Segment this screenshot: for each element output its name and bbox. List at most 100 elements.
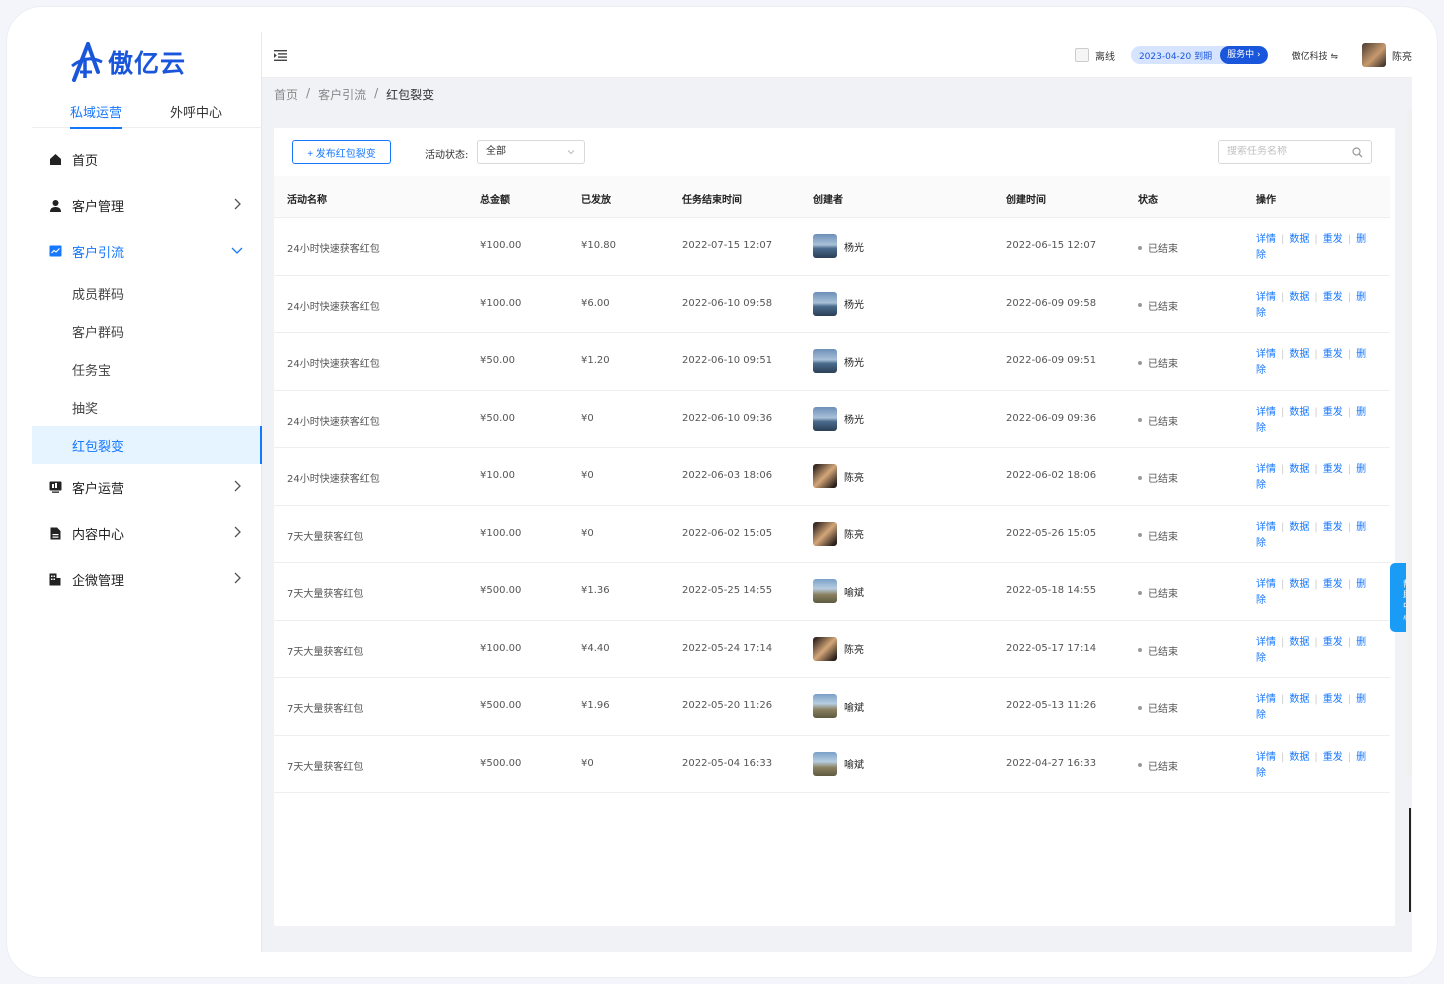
menu-item-customer-ops[interactable]: 客户运营 (32, 464, 262, 510)
status-dot-icon (1138, 418, 1142, 422)
detail-link[interactable]: 详情 (1256, 464, 1276, 475)
resend-link[interactable]: 重发 (1323, 579, 1343, 590)
divider: | (1347, 291, 1352, 303)
end-time: 2022-05-20 11:26 (682, 700, 773, 711)
creator: 喻斌 (813, 751, 864, 776)
delete-link[interactable]: 删 (1356, 292, 1366, 303)
task-search[interactable] (1218, 140, 1372, 164)
data-link[interactable]: 数据 (1289, 694, 1309, 705)
delete-link[interactable]: 删 (1356, 579, 1366, 590)
delete-link[interactable]: 删 (1356, 752, 1366, 763)
sent-amount: ¥6.00 (581, 297, 610, 309)
tab-private-domain[interactable]: 私域运营 (70, 102, 123, 129)
delete-link[interactable]: 删 (1356, 407, 1366, 418)
breadcrumb-separator: / (374, 86, 379, 100)
sidebar-item-member-qrcode[interactable]: 成员群码 (32, 274, 262, 312)
detail-link[interactable]: 详情 (1256, 752, 1276, 763)
detail-link[interactable]: 详情 (1256, 349, 1276, 360)
avatar[interactable] (1362, 43, 1386, 67)
data-link[interactable]: 数据 (1289, 349, 1309, 360)
tab-call-center[interactable]: 外呼中心 (170, 102, 222, 127)
row-actions: 详情 | 数据 | 重发 | 删除 (1256, 232, 1376, 264)
page-scrollbar[interactable] (1406, 110, 1412, 776)
resend-link[interactable]: 重发 (1323, 522, 1343, 533)
sidebar-item-lottery[interactable]: 抽奖 (32, 388, 262, 426)
sidebar-item-group-qrcode[interactable]: 客户群码 (32, 312, 262, 350)
search-icon[interactable] (1352, 147, 1363, 158)
sidebar-item-task-treasure[interactable]: 任务宝 (32, 350, 262, 388)
detail-link[interactable]: 详情 (1256, 579, 1276, 590)
delete-link[interactable]: 删 (1356, 349, 1366, 360)
divider: | (1314, 349, 1318, 360)
company-switcher[interactable]: 傲亿科技 ⇋ (1292, 49, 1338, 62)
delete-link-wrap[interactable]: 除 (1256, 710, 1266, 721)
breadcrumb-home[interactable]: 首页 (274, 86, 298, 103)
sidebar: 傲亿云 私域运营 外呼中心 首页 客户管理 客户引流 成员群码 客户群码 任务宝… (32, 32, 262, 952)
delete-link-wrap[interactable]: 除 (1256, 250, 1266, 261)
creator: 杨光 (813, 234, 864, 258)
status-badge: 已结束 (1138, 413, 1178, 428)
delete-link[interactable]: 删 (1356, 694, 1366, 705)
delete-link-wrap[interactable]: 除 (1256, 365, 1266, 376)
resend-link[interactable]: 重发 (1323, 234, 1343, 245)
delete-link-wrap[interactable]: 除 (1256, 308, 1266, 319)
delete-link[interactable]: 删 (1356, 464, 1366, 475)
brand-logo[interactable]: 傲亿云 (68, 42, 186, 82)
menu-item-customer-management[interactable]: 客户管理 (32, 182, 262, 228)
column-header: 创建时间 (1006, 195, 1046, 206)
resend-link[interactable]: 重发 (1323, 694, 1343, 705)
menu-fold-icon[interactable] (274, 46, 287, 65)
detail-link[interactable]: 详情 (1256, 292, 1276, 303)
delete-link-wrap[interactable]: 除 (1256, 480, 1266, 491)
resend-link[interactable]: 重发 (1323, 637, 1343, 648)
data-link[interactable]: 数据 (1289, 234, 1309, 245)
data-link[interactable]: 数据 (1289, 464, 1309, 475)
resend-link[interactable]: 重发 (1323, 292, 1343, 303)
data-link[interactable]: 数据 (1289, 579, 1309, 590)
total-amount: ¥500.00 (480, 585, 522, 596)
resend-link[interactable]: 重发 (1323, 464, 1343, 475)
online-status[interactable]: 离线 (1074, 48, 1115, 63)
status-label: 已结束 (1148, 531, 1178, 543)
delete-link[interactable]: 删 (1356, 522, 1366, 533)
menu-item-customer-lead[interactable]: 客户引流 (32, 228, 262, 274)
status-filter-select[interactable]: 全部 (477, 140, 585, 164)
data-link[interactable]: 数据 (1289, 522, 1309, 533)
detail-link[interactable]: 详情 (1256, 407, 1276, 418)
menu-item-wecom-management[interactable]: 企微管理 (32, 556, 262, 602)
divider: | (1314, 579, 1318, 590)
status-label: 已结束 (1148, 416, 1178, 428)
delete-link[interactable]: 删 (1356, 234, 1366, 245)
detail-link[interactable]: 详情 (1256, 637, 1276, 648)
data-link[interactable]: 数据 (1289, 637, 1309, 648)
menu-item-content-center[interactable]: 内容中心 (32, 510, 262, 556)
detail-link[interactable]: 详情 (1256, 694, 1276, 705)
data-link[interactable]: 数据 (1289, 407, 1309, 418)
data-link[interactable]: 数据 (1289, 292, 1309, 303)
detail-link[interactable]: 详情 (1256, 522, 1276, 533)
divider: | (1314, 406, 1318, 418)
detail-link[interactable]: 详情 (1256, 234, 1276, 245)
user-name[interactable]: 陈亮 (1392, 48, 1412, 63)
subscription-badge[interactable]: 2023-04-20 到期 服务中 › (1130, 46, 1268, 64)
scrollbar-thumb[interactable] (1409, 808, 1411, 912)
breadcrumb-customer-lead[interactable]: 客户引流 (318, 86, 366, 103)
resend-link[interactable]: 重发 (1323, 407, 1343, 418)
publish-red-packet-button[interactable]: + 发布红包裂变 (292, 140, 391, 164)
column-header: 创建者 (813, 195, 843, 206)
sidebar-item-red-packet[interactable]: 红包裂变 (32, 426, 262, 464)
delete-link[interactable]: 删 (1356, 637, 1366, 648)
resend-link[interactable]: 重发 (1323, 752, 1343, 763)
status-dot-icon (1138, 590, 1142, 595)
data-link[interactable]: 数据 (1289, 752, 1309, 763)
resend-link[interactable]: 重发 (1323, 349, 1343, 360)
search-input[interactable] (1227, 146, 1347, 157)
service-status[interactable]: 服务中 › (1220, 46, 1268, 64)
delete-link-wrap[interactable]: 除 (1256, 538, 1266, 549)
delete-link-wrap[interactable]: 除 (1256, 768, 1266, 779)
delete-link-wrap[interactable]: 除 (1256, 423, 1266, 434)
column-header: 状态 (1138, 195, 1158, 206)
delete-link-wrap[interactable]: 除 (1256, 653, 1266, 664)
menu-item-home[interactable]: 首页 (32, 136, 262, 182)
delete-link-wrap[interactable]: 除 (1256, 595, 1266, 606)
